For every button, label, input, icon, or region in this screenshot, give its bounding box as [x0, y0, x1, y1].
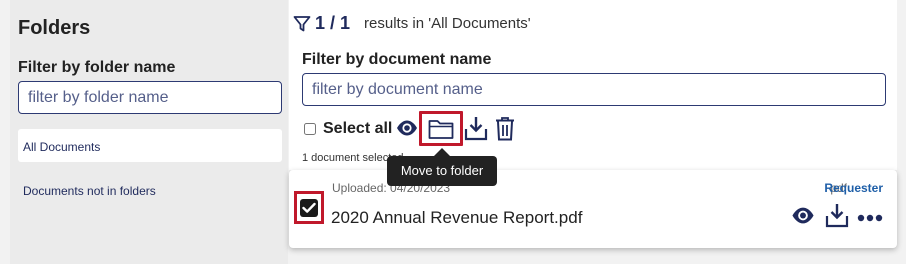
results-count: 1 / 1	[315, 13, 351, 33]
document-filter-label: Filter by document name	[302, 51, 492, 68]
sidebar-title: Folders	[18, 17, 91, 39]
folder-item-not-in-folders[interactable]: Documents not in folders	[18, 173, 282, 206]
download-icon[interactable]	[464, 115, 488, 146]
select-all-checkbox[interactable]	[304, 123, 316, 135]
folder-item-all-documents[interactable]: All Documents	[18, 129, 282, 162]
document-checkbox-highlight	[294, 191, 324, 224]
select-all-label: Select all	[323, 120, 393, 137]
results-bar: 1 / 1 results in 'All Documents'	[293, 13, 531, 34]
document-checkbox[interactable]	[300, 198, 318, 217]
more-icon[interactable]	[857, 209, 883, 227]
eye-icon[interactable]	[396, 119, 418, 142]
tooltip-arrow	[434, 148, 450, 156]
folder-filter-label: Filter by folder name	[18, 59, 176, 76]
documents-pane: 1 / 1 results in 'All Documents' Filter …	[289, 0, 906, 264]
document-filter-input[interactable]	[302, 73, 886, 106]
document-actions	[791, 202, 883, 233]
folder-filter-input[interactable]	[18, 81, 282, 114]
trash-icon[interactable]	[495, 116, 515, 146]
results-text: results in 'All Documents'	[364, 15, 531, 32]
download-icon[interactable]	[825, 202, 849, 233]
filter-funnel-icon[interactable]	[293, 15, 311, 33]
documents-header-panel: 1 / 1 results in 'All Documents' Filter …	[289, 0, 897, 170]
folders-sidebar: Folders Filter by folder name All Docume…	[10, 0, 288, 264]
document-card[interactable]: Uploaded: 04/20/2023 pdf Requester 2020 …	[289, 170, 897, 248]
document-name[interactable]: 2020 Annual Revenue Report.pdf	[331, 208, 582, 228]
document-requester-link[interactable]: Requester	[824, 181, 883, 195]
eye-icon[interactable]	[791, 206, 815, 230]
move-to-folder-tooltip: Move to folder	[387, 156, 497, 186]
folder-icon[interactable]	[428, 118, 454, 145]
